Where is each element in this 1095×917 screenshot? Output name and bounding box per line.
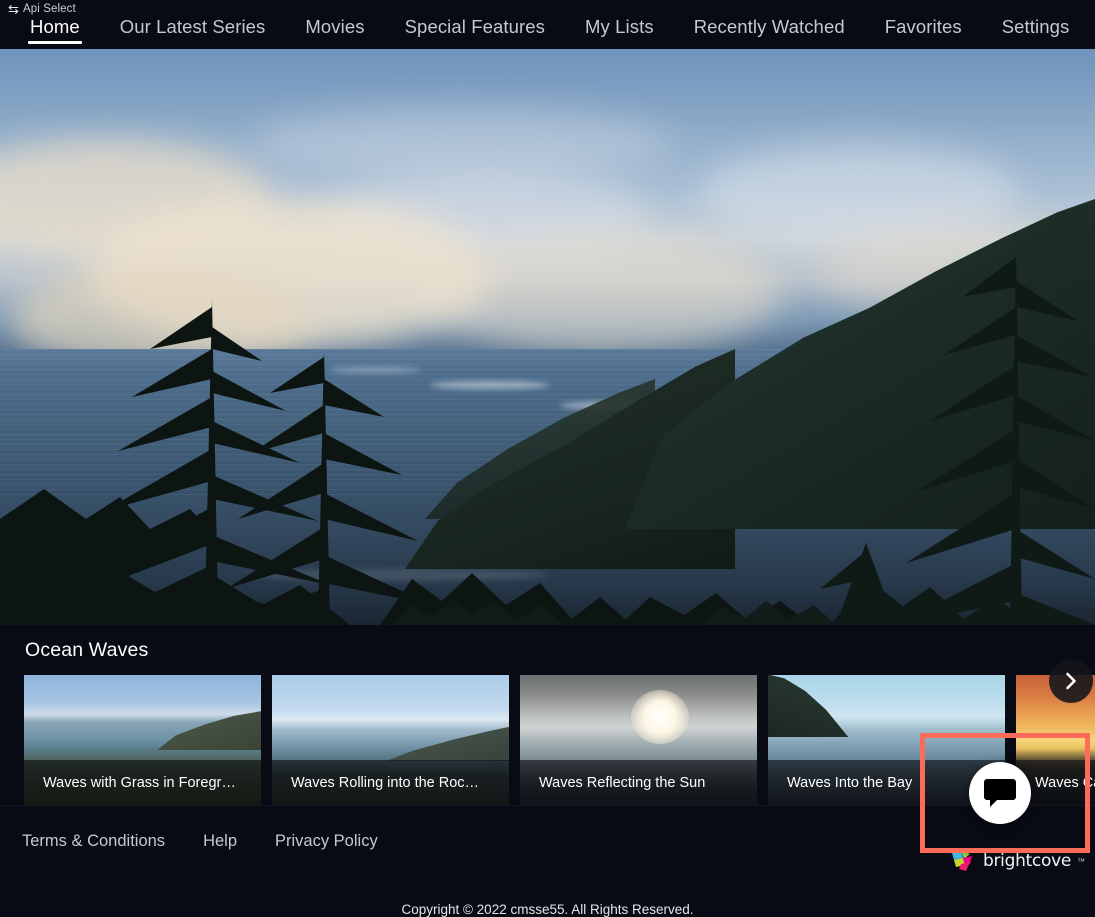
main-nav: Home Our Latest Series Movies Special Fe… bbox=[10, 15, 1090, 50]
brightcove-trademark: ™ bbox=[1077, 856, 1085, 866]
footer-link-terms-and-conditions[interactable]: Terms & Conditions bbox=[22, 832, 165, 851]
chevron-right-icon bbox=[1066, 672, 1076, 690]
swap-horizontal-icon: ⇆ bbox=[8, 1, 19, 17]
nav-item-my-lists-label: My Lists bbox=[585, 15, 654, 37]
nav-item-settings-label: Settings bbox=[1001, 15, 1070, 37]
video-card-title: Waves with Grass in Foregr… bbox=[24, 759, 261, 806]
carousel-next-button[interactable] bbox=[1049, 659, 1093, 703]
video-card[interactable]: Waves Rolling into the Roc… bbox=[272, 674, 509, 806]
video-card-title: Waves Reflecting the Sun bbox=[520, 759, 757, 806]
nav-item-home[interactable]: Home bbox=[10, 15, 100, 45]
hero-banner-image[interactable] bbox=[0, 49, 1095, 625]
hero-cloud bbox=[250, 109, 670, 179]
top-navigation-bar: ⇆ Api Select Home Our Latest Series Movi… bbox=[0, 0, 1095, 49]
nav-item-movies-label: Movies bbox=[305, 15, 365, 37]
video-card[interactable]: Waves with Grass in Foregr… bbox=[24, 674, 261, 806]
video-card[interactable]: Waves Reflecting the Sun bbox=[520, 674, 757, 806]
hero-cloud bbox=[420, 234, 780, 354]
nav-item-my-lists[interactable]: My Lists bbox=[565, 15, 674, 45]
hero-surf-line bbox=[430, 381, 550, 389]
api-select-indicator[interactable]: ⇆ Api Select bbox=[8, 1, 76, 17]
nav-item-recently-watched-label: Recently Watched bbox=[693, 15, 845, 37]
nav-item-our-latest-series[interactable]: Our Latest Series bbox=[100, 15, 286, 45]
nav-item-special-features[interactable]: Special Features bbox=[385, 15, 565, 45]
brightcove-wordmark: brightcove bbox=[982, 851, 1071, 871]
chat-widget-button[interactable] bbox=[969, 762, 1031, 824]
brightcove-logo-icon bbox=[951, 851, 972, 871]
footer-link-privacy-policy[interactable]: Privacy Policy bbox=[275, 832, 378, 851]
hero-surf-line bbox=[250, 569, 550, 581]
nav-item-home-label: Home bbox=[30, 15, 80, 37]
copyright-text: Copyright © 2022 cmsse55. All Rights Res… bbox=[401, 902, 694, 917]
api-select-label: Api Select bbox=[23, 2, 76, 15]
video-card-title: Waves Rolling into the Roc… bbox=[272, 759, 509, 806]
nav-item-movies[interactable]: Movies bbox=[285, 15, 384, 45]
nav-item-recently-watched[interactable]: Recently Watched bbox=[674, 15, 865, 45]
footer-link-help[interactable]: Help bbox=[203, 832, 237, 851]
nav-item-settings[interactable]: Settings bbox=[982, 15, 1090, 45]
brightcove-logo[interactable]: brightcove ™ bbox=[951, 850, 1085, 872]
chat-bubble-icon bbox=[984, 779, 1016, 807]
hero-surf-line bbox=[330, 367, 420, 373]
nav-item-special-features-label: Special Features bbox=[404, 15, 546, 37]
nav-item-favorites-label: Favorites bbox=[884, 15, 962, 37]
nav-item-our-latest-series-label: Our Latest Series bbox=[119, 15, 266, 37]
row-title: Ocean Waves bbox=[25, 639, 149, 661]
nav-item-favorites[interactable]: Favorites bbox=[865, 15, 982, 45]
